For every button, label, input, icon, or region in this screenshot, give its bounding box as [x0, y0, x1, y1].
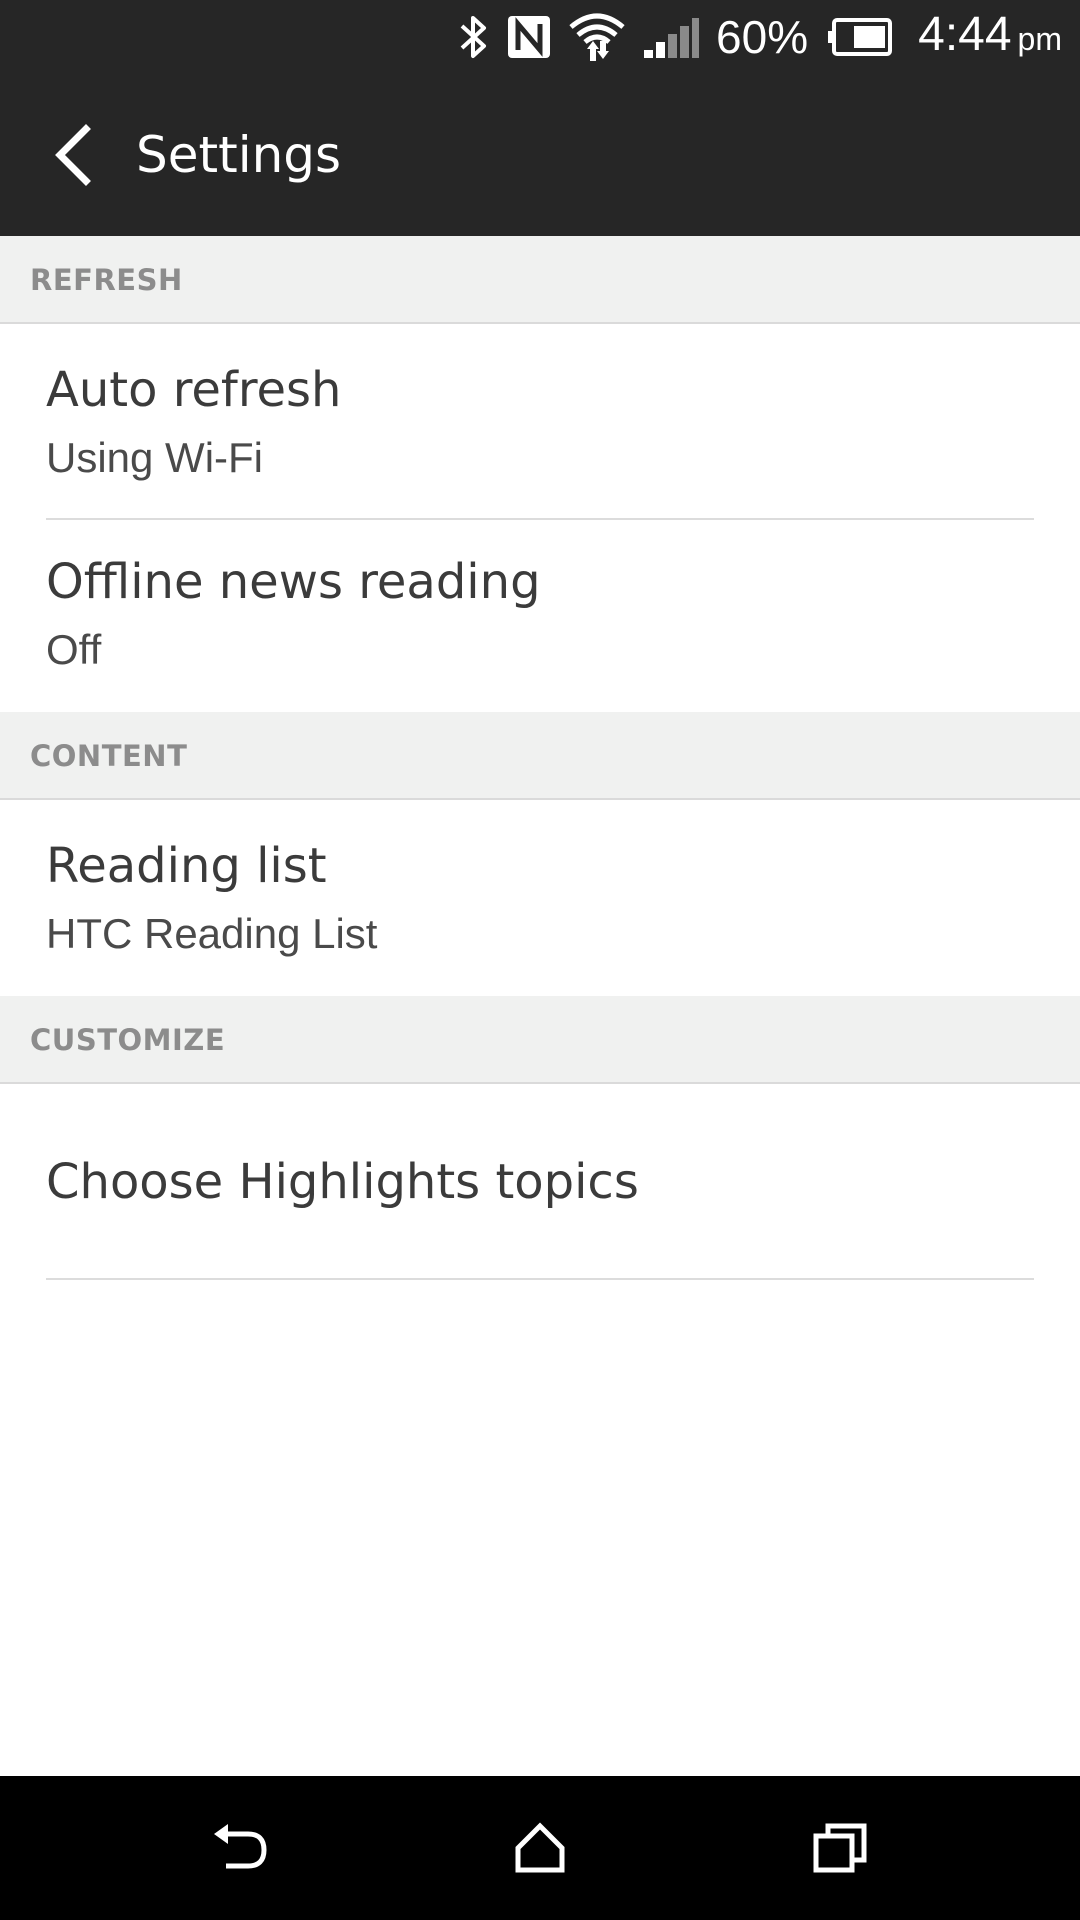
- back-icon: [214, 1824, 267, 1869]
- setting-value: HTC Reading List: [46, 910, 378, 957]
- clock: 4:44 pm: [918, 0, 1062, 76]
- page-title: Settings: [136, 126, 342, 184]
- status-bar: 60% 4:44 pm: [0, 0, 1080, 74]
- setting-value: Off: [46, 626, 102, 673]
- wifi-icon: [568, 11, 626, 63]
- section-header-customize: CUSTOMIZE: [0, 996, 1080, 1084]
- clock-time: 4:44: [918, 8, 1012, 61]
- section-header-content: CONTENT: [0, 712, 1080, 800]
- signal-icon: [642, 14, 700, 60]
- nav-home-button[interactable]: [490, 1798, 590, 1898]
- setting-title: Choose Highlights topics: [46, 1154, 639, 1210]
- nav-back-button[interactable]: [190, 1798, 290, 1898]
- app-bar: Settings: [0, 74, 1080, 236]
- status-icons: 60% 4:44 pm: [456, 0, 1062, 74]
- setting-title: Reading list: [46, 838, 327, 894]
- settings-screen: 60% 4:44 pm Settings REFRESH Auto refresh…: [0, 0, 1080, 1920]
- section-title-content: CONTENT: [30, 739, 188, 773]
- battery-percentage: 60%: [716, 11, 809, 63]
- bluetooth-icon: [456, 12, 490, 62]
- section-title-refresh: REFRESH: [30, 263, 183, 297]
- divider: [46, 1278, 1034, 1280]
- setting-reading-list[interactable]: Reading list HTC Reading List: [0, 800, 1080, 996]
- recent-apps-icon: [813, 1823, 867, 1873]
- setting-value: Using Wi-Fi: [46, 434, 263, 481]
- setting-auto-refresh[interactable]: Auto refresh Using Wi-Fi: [0, 324, 1080, 519]
- setting-title: Offline news reading: [46, 554, 541, 610]
- nfc-icon: [506, 14, 552, 60]
- battery-icon: [824, 17, 894, 57]
- setting-title: Auto refresh: [46, 362, 342, 418]
- navigation-bar: [0, 1776, 1080, 1920]
- back-button[interactable]: [28, 110, 118, 200]
- setting-offline-news-reading[interactable]: Offline news reading Off: [0, 520, 1080, 712]
- home-icon: [515, 1822, 565, 1873]
- nav-recent-apps-button[interactable]: [790, 1798, 890, 1898]
- clock-ampm: pm: [1017, 21, 1062, 57]
- section-title-customize: CUSTOMIZE: [30, 1023, 226, 1057]
- section-header-refresh: REFRESH: [0, 236, 1080, 324]
- chevron-left-icon: [55, 124, 91, 186]
- setting-choose-highlights-topics[interactable]: Choose Highlights topics: [0, 1084, 1080, 1278]
